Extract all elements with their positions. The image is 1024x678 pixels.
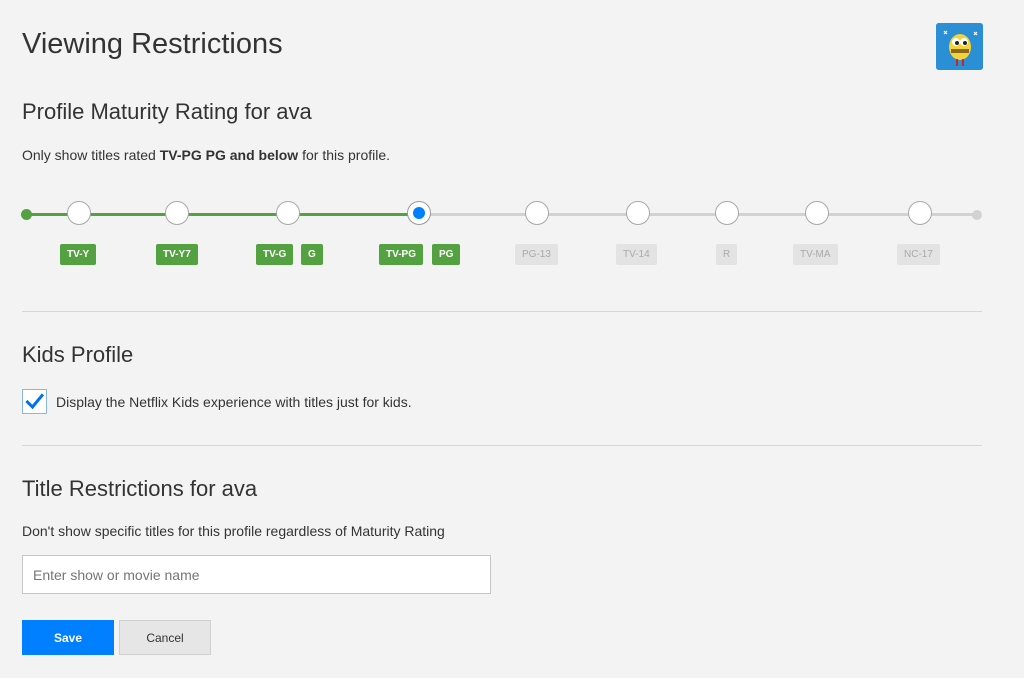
slider-stop-nc-17[interactable]: [908, 201, 932, 225]
maturity-heading: Profile Maturity Rating for ava: [22, 99, 312, 124]
slider-stop-tv-pg[interactable]: [407, 201, 431, 225]
rating-badge: TV-14: [616, 244, 657, 265]
slider-stop-tv-ma[interactable]: [805, 201, 829, 225]
avatar-icon: [936, 23, 983, 70]
section-divider: [22, 311, 982, 312]
kids-profile-heading: Kids Profile: [22, 342, 134, 367]
maturity-selected-ratings: TV-PG PG and below: [159, 147, 299, 163]
title-restrictions-description: Don't show specific titles for this prof…: [22, 523, 445, 539]
rating-badge: R: [716, 244, 738, 265]
rating-badge: G: [301, 244, 323, 265]
slider-stop-tv-g[interactable]: [276, 201, 300, 225]
slider-selected-indicator: [413, 207, 425, 219]
rating-badge: TV-Y: [60, 244, 97, 265]
rating-badge: PG: [432, 244, 461, 265]
title-restrictions-heading: Title Restrictions for ava: [22, 476, 258, 501]
checkmark-icon: [25, 393, 44, 410]
cancel-button[interactable]: Cancel: [119, 620, 211, 655]
slider-stop-pg-13[interactable]: [525, 201, 549, 225]
maturity-desc-prefix: Only show titles rated: [22, 147, 160, 163]
slider-stop-tv-y[interactable]: [67, 201, 91, 225]
slider-stop-tv-y7[interactable]: [165, 201, 189, 225]
maturity-description: Only show titles rated TV-PG PG and belo…: [22, 147, 390, 163]
rating-badge: PG-13: [515, 244, 558, 265]
profile-avatar[interactable]: [936, 23, 983, 70]
page-title: Viewing Restrictions: [22, 28, 283, 60]
slider-start-dot: [21, 209, 32, 220]
maturity-desc-suffix: for this profile.: [298, 147, 391, 163]
kids-profile-checkbox[interactable]: [22, 389, 47, 414]
slider-stop-r[interactable]: [715, 201, 739, 225]
save-button[interactable]: Save: [22, 620, 114, 655]
title-search-input[interactable]: [22, 555, 491, 594]
rating-badge: TV-Y7: [156, 244, 198, 265]
section-divider: [22, 445, 982, 446]
rating-badge: TV-PG: [379, 244, 424, 265]
rating-badge: NC-17: [897, 244, 940, 265]
slider-stop-tv-14[interactable]: [626, 201, 650, 225]
kids-profile-checkbox-label[interactable]: Display the Netflix Kids experience with…: [56, 394, 412, 410]
slider-end-dot: [972, 210, 982, 220]
rating-badge: TV-G: [256, 244, 294, 265]
rating-badge: TV-MA: [793, 244, 838, 265]
